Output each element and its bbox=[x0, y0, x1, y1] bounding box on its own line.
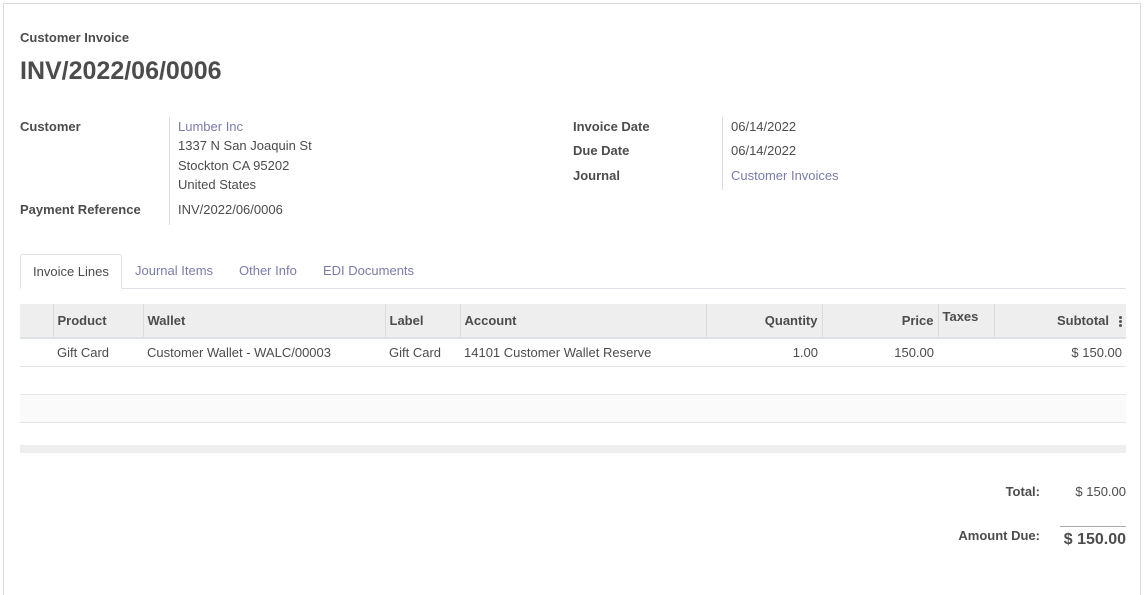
column-header-subtotal[interactable]: Subtotal bbox=[1057, 313, 1109, 328]
document-type-label: Customer Invoice bbox=[20, 30, 130, 45]
cell-account[interactable]: 14101 Customer Wallet Reserve bbox=[460, 338, 706, 367]
column-header-price[interactable]: Price bbox=[821, 304, 938, 339]
address-line-3: United States bbox=[178, 177, 257, 192]
address-line-1: 1337 N San Joaquin St bbox=[178, 138, 312, 153]
cell-subtotal: $ 150.00 bbox=[994, 338, 1126, 367]
empty-row bbox=[20, 366, 1126, 395]
invoice-date-label: Invoice Date bbox=[573, 119, 650, 134]
table-header-row: Product Wallet Label Account Quantity Pr… bbox=[20, 304, 1126, 339]
row-handle bbox=[20, 338, 53, 367]
payment-reference-value[interactable]: INV/2022/06/0006 bbox=[178, 202, 283, 217]
cell-price[interactable]: 150.00 bbox=[822, 338, 938, 367]
tab-invoice-lines[interactable]: Invoice Lines bbox=[20, 254, 122, 289]
invoice-date-value[interactable]: 06/14/2022 bbox=[731, 119, 796, 134]
field-separator bbox=[722, 117, 723, 190]
column-header-label[interactable]: Label bbox=[384, 304, 460, 339]
column-header-subtotal-cell: Subtotal bbox=[993, 304, 1126, 339]
journal-link[interactable]: Customer Invoices bbox=[731, 168, 839, 183]
table-footer bbox=[20, 445, 1126, 453]
invoice-lines-table: Product Wallet Label Account Quantity Pr… bbox=[20, 304, 1126, 451]
field-separator bbox=[169, 117, 170, 225]
due-date-value[interactable]: 06/14/2022 bbox=[731, 143, 796, 158]
tab-journal-items[interactable]: Journal Items bbox=[123, 254, 225, 287]
column-header-taxes[interactable]: Taxes bbox=[937, 304, 994, 339]
cell-quantity[interactable]: 1.00 bbox=[706, 338, 822, 367]
total-value: $ 150.00 bbox=[1075, 484, 1126, 499]
tab-edi-documents[interactable]: EDI Documents bbox=[311, 254, 426, 287]
invoice-number-title: INV/2022/06/0006 bbox=[20, 57, 222, 85]
empty-row bbox=[20, 394, 1126, 423]
cell-wallet[interactable]: Customer Wallet - WALC/00003 bbox=[143, 338, 385, 367]
payment-reference-label: Payment Reference bbox=[20, 202, 141, 217]
total-label: Total: bbox=[1005, 484, 1040, 499]
tab-other-info[interactable]: Other Info bbox=[227, 254, 309, 287]
address-line-2: Stockton CA 95202 bbox=[178, 158, 290, 173]
column-header-account[interactable]: Account bbox=[459, 304, 706, 339]
table-row[interactable]: Gift Card Customer Wallet - WALC/00003 G… bbox=[20, 338, 1126, 367]
due-date-label: Due Date bbox=[573, 143, 630, 158]
amount-due-label: Amount Due: bbox=[958, 528, 1040, 543]
journal-label: Journal bbox=[573, 168, 620, 183]
form-sheet bbox=[3, 3, 1141, 595]
handle-column-header bbox=[20, 304, 53, 339]
cell-label[interactable]: Gift Card bbox=[385, 338, 460, 367]
notebook-tabs: Invoice Lines Journal Items Other Info E… bbox=[20, 254, 1126, 289]
kebab-vertical-icon[interactable] bbox=[1119, 315, 1122, 328]
customer-label: Customer bbox=[20, 119, 81, 134]
customer-link[interactable]: Lumber Inc bbox=[178, 119, 243, 134]
column-header-quantity[interactable]: Quantity bbox=[705, 304, 822, 339]
cell-product[interactable]: Gift Card bbox=[53, 338, 143, 367]
cell-taxes[interactable] bbox=[938, 338, 994, 367]
column-header-wallet[interactable]: Wallet bbox=[142, 304, 385, 339]
column-header-product[interactable]: Product bbox=[52, 304, 143, 339]
amount-due-value: $ 150.00 bbox=[1060, 526, 1126, 549]
